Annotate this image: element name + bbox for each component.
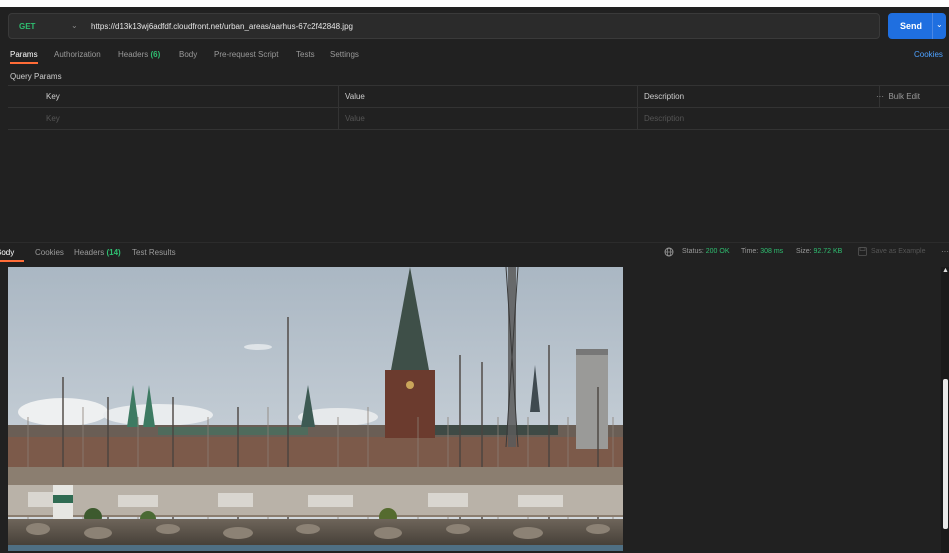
tab-settings[interactable]: Settings: [330, 50, 359, 59]
active-tab-indicator: [10, 62, 38, 64]
bulk-edit-button[interactable]: ··· Bulk Edit: [876, 92, 920, 101]
send-divider: [932, 13, 933, 39]
column-divider: [637, 86, 638, 107]
scroll-up-icon[interactable]: ▲: [942, 267, 949, 274]
tab-headers-label: Headers: [118, 50, 149, 59]
top-strip: [0, 0, 949, 7]
status-value: 200 OK: [705, 248, 730, 255]
tab-response-body-label: Body: [0, 248, 15, 257]
tab-headers[interactable]: Headers (6): [118, 50, 160, 59]
size-value: 92.72 KB: [813, 248, 843, 255]
tab-test-results[interactable]: Test Results: [132, 248, 176, 257]
params-table: Key Value Description ··· Bulk Edit Key …: [8, 85, 949, 130]
save-icon: [858, 247, 867, 256]
column-divider: [338, 108, 339, 129]
tab-pre-request-script[interactable]: Pre-request Script: [214, 50, 278, 59]
chevron-down-icon[interactable]: ⌄: [936, 20, 943, 29]
size-label: Size:: [796, 248, 812, 255]
tab-response-body[interactable]: Body: [0, 248, 24, 257]
column-header-value: Value: [345, 92, 365, 101]
tab-params[interactable]: Params: [10, 50, 38, 59]
tab-authorization[interactable]: Authorization: [54, 50, 101, 59]
response-scrollbar[interactable]: ▲: [941, 267, 949, 553]
cookies-link[interactable]: Cookies: [914, 50, 943, 59]
send-button[interactable]: Send ⌄: [888, 13, 946, 39]
active-response-tab-indicator: [0, 260, 24, 262]
send-button-label: Send: [900, 21, 923, 31]
column-header-description: Description: [644, 92, 685, 101]
more-icon: ···: [876, 92, 884, 101]
chevron-down-icon[interactable]: ⌄: [71, 21, 78, 30]
column-divider: [637, 108, 638, 129]
query-params-title: Query Params: [10, 72, 62, 81]
time-label: Time:: [741, 248, 759, 255]
table-row: Key Value Description: [8, 108, 949, 130]
table-header: Key Value Description ··· Bulk Edit: [8, 85, 949, 108]
request-tabs: Params Authorization Headers (6) Body Pr…: [0, 48, 949, 66]
tab-tests[interactable]: Tests: [296, 50, 315, 59]
value-input[interactable]: Value: [345, 114, 365, 123]
method-select[interactable]: GET: [19, 22, 35, 31]
globe-icon[interactable]: [664, 247, 674, 257]
tab-response-headers[interactable]: Headers (14): [74, 248, 121, 257]
tab-body[interactable]: Body: [179, 50, 197, 59]
save-as-example-button[interactable]: Save as Example: [871, 248, 925, 255]
bulk-edit-label: Bulk Edit: [888, 92, 921, 101]
scrollbar-thumb[interactable]: [943, 379, 948, 529]
url-bar[interactable]: GET ⌄ https://d13k13wj6adfdf.cloudfront.…: [8, 13, 880, 39]
response-size[interactable]: Size: 92.72 KB: [796, 248, 842, 255]
column-header-key: Key: [46, 92, 60, 101]
url-input[interactable]: https://d13k13wj6adfdf.cloudfront.net/ur…: [91, 22, 353, 31]
headers-count: (6): [150, 50, 161, 59]
response-tabs: Body Cookies Headers (14) Test Results S…: [0, 246, 949, 264]
status-label: Status:: [682, 248, 704, 255]
more-icon[interactable]: ···: [941, 247, 949, 256]
description-input[interactable]: Description: [644, 114, 684, 123]
tab-response-cookies[interactable]: Cookies: [35, 248, 64, 257]
response-image: [8, 267, 623, 551]
key-input[interactable]: Key: [46, 114, 60, 123]
pane-divider[interactable]: [0, 242, 949, 243]
column-divider: [338, 86, 339, 107]
response-status[interactable]: Status: 200 OK: [682, 248, 730, 255]
response-time[interactable]: Time: 308 ms: [741, 248, 783, 255]
tab-response-headers-label: Headers: [74, 248, 105, 257]
response-headers-count: (14): [106, 248, 121, 257]
time-value: 308 ms: [760, 248, 784, 255]
